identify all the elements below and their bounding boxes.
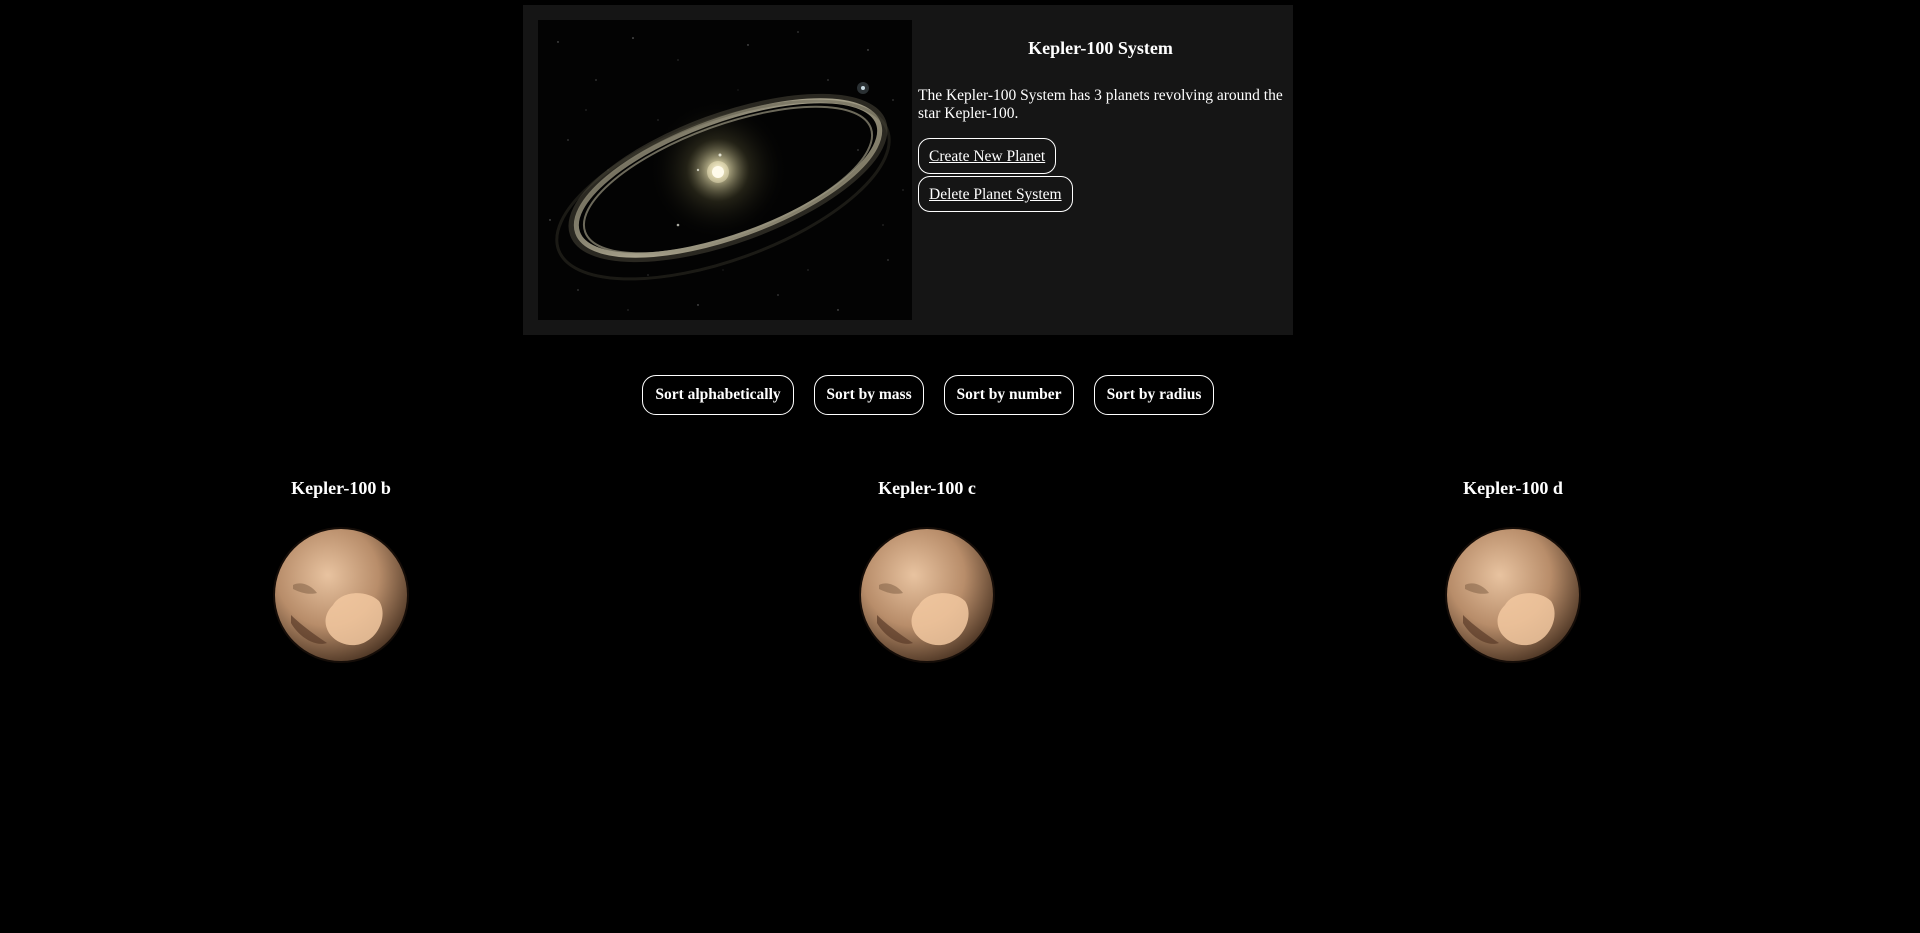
sort-by-number-button[interactable]: Sort by number: [944, 375, 1074, 415]
planet-name: Kepler-100 d: [1463, 478, 1563, 498]
sort-toolbar: Sort alphabetically Sort by mass Sort by…: [0, 375, 1920, 415]
system-description: The Kepler-100 System has 3 planets revo…: [918, 87, 1283, 122]
pluto-planet-image: [859, 527, 995, 663]
planet-system-image: [538, 20, 912, 320]
sort-by-radius-button[interactable]: Sort by radius: [1094, 375, 1214, 415]
planet-card[interactable]: Kepler-100 c: [634, 470, 1220, 665]
star-ring-illustration: [538, 20, 912, 320]
planet-system-card: Kepler-100 System The Kepler-100 System …: [523, 5, 1293, 335]
planet-card[interactable]: Kepler-100 b: [48, 470, 634, 665]
delete-planet-system-link[interactable]: Delete Planet System: [918, 176, 1073, 212]
create-new-planet-link[interactable]: Create New Planet: [918, 138, 1057, 174]
sort-alphabetically-button[interactable]: Sort alphabetically: [642, 375, 794, 415]
sort-by-mass-button[interactable]: Sort by mass: [814, 375, 924, 415]
planet-card[interactable]: Kepler-100 d: [1220, 470, 1806, 665]
pluto-planet-image: [273, 527, 409, 663]
planet-name: Kepler-100 b: [291, 478, 391, 498]
planet-name: Kepler-100 c: [878, 478, 976, 498]
system-title: Kepler-100 System: [1028, 38, 1173, 58]
pluto-planet-image: [1445, 527, 1581, 663]
